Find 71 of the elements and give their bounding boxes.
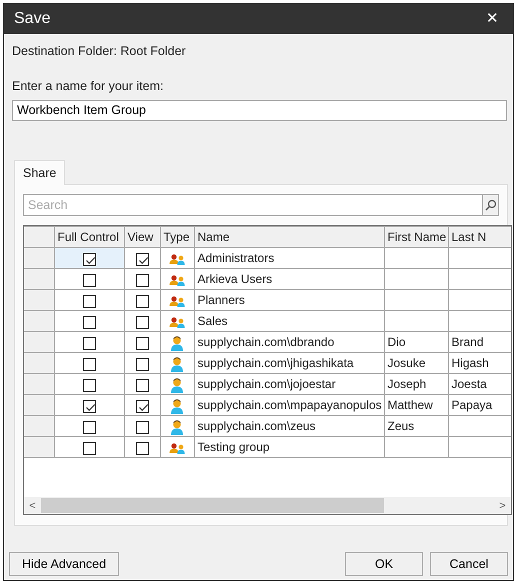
checkbox[interactable]	[82, 378, 96, 392]
table-cell: Josuke	[388, 356, 426, 370]
column-header[interactable]: First Name	[384, 226, 448, 248]
table-cell: Papaya	[452, 398, 492, 412]
scroll-right-arrow[interactable]: >	[494, 498, 511, 514]
table-cell: Joesta	[452, 377, 487, 392]
dialog-button[interactable]: Cancel	[430, 552, 508, 576]
column-header[interactable]: Last N	[448, 226, 511, 248]
checkbox[interactable]	[82, 420, 96, 434]
close-button[interactable]: ✕	[482, 8, 503, 30]
table-cell: Zeus	[388, 419, 414, 434]
search-icon	[484, 199, 496, 212]
checkbox[interactable]	[136, 316, 148, 329]
column-header[interactable]: View	[124, 226, 160, 248]
horizontal-scrollbar[interactable]: < >	[24, 497, 511, 514]
checkbox[interactable]	[136, 336, 148, 350]
checkbox[interactable]	[136, 294, 148, 308]
table-cell: Planners	[198, 293, 245, 308]
dialog-button[interactable]: OK	[345, 552, 423, 576]
group-icon	[168, 274, 186, 286]
name-label: Enter a name for your item:	[12, 78, 164, 95]
table-cell: Testing group	[198, 440, 270, 454]
group-icon	[168, 296, 186, 307]
search-field[interactable]: Search	[23, 194, 482, 216]
group-icon	[168, 316, 186, 328]
name-field[interactable]: Workbench Item Group	[12, 100, 507, 120]
table-cell: Sales	[198, 314, 228, 328]
user-icon	[170, 378, 184, 393]
table-cell: Matthew	[388, 398, 433, 412]
checkbox[interactable]	[136, 400, 148, 413]
column-header[interactable]: Type	[160, 226, 194, 248]
checkbox[interactable]	[82, 442, 96, 455]
checkbox[interactable]	[82, 400, 96, 413]
table-cell: Joseph	[388, 377, 426, 392]
group-icon	[168, 442, 186, 454]
checkbox[interactable]	[136, 420, 148, 434]
checkbox[interactable]	[136, 378, 148, 392]
user-icon	[170, 398, 184, 414]
window-title: Save	[14, 9, 50, 29]
column-header[interactable]: Name	[194, 226, 384, 248]
checkbox[interactable]	[82, 358, 96, 371]
table-cell: Brand	[452, 335, 484, 350]
destination-label: Destination Folder: Root Folder	[12, 43, 186, 60]
search-button[interactable]	[482, 194, 499, 216]
table-cell: supplychain.com\jhigashikata	[198, 356, 354, 370]
scrollbar-thumb[interactable]	[41, 498, 384, 514]
checkbox[interactable]	[136, 442, 148, 455]
group-icon	[168, 254, 186, 265]
checkbox[interactable]	[82, 294, 96, 308]
tab[interactable]: Share	[14, 160, 66, 186]
checkbox[interactable]	[82, 274, 96, 287]
checkbox[interactable]	[82, 252, 96, 266]
table-cell: supplychain.com\mpapayanopulos	[198, 398, 382, 412]
checkbox[interactable]	[136, 274, 148, 287]
table-cell: Arkieva Users	[198, 272, 272, 286]
dialog-button[interactable]: Hide Advanced	[9, 552, 120, 576]
user-icon	[170, 356, 184, 372]
checkbox[interactable]	[82, 316, 96, 329]
table-cell: supplychain.com\zeus	[198, 419, 316, 434]
table-cell: Higash	[452, 356, 489, 370]
column-header[interactable]: Full Control	[54, 226, 124, 248]
user-icon	[170, 336, 184, 351]
user-icon	[170, 420, 184, 435]
table-cell: Administrators	[198, 251, 274, 266]
table-cell: Dio	[388, 335, 406, 350]
table-cell: supplychain.com\dbrando	[198, 335, 334, 350]
checkbox[interactable]	[136, 252, 148, 266]
scroll-left-arrow[interactable]: <	[24, 498, 41, 514]
table-cell: supplychain.com\jojoestar	[198, 377, 336, 392]
checkbox[interactable]	[136, 358, 148, 371]
checkbox[interactable]	[82, 336, 96, 350]
